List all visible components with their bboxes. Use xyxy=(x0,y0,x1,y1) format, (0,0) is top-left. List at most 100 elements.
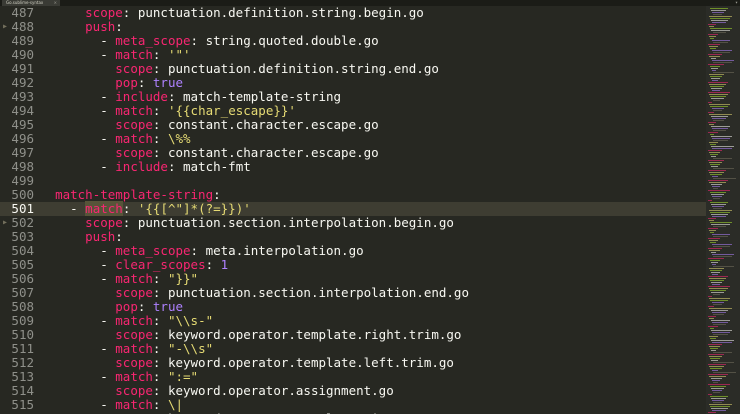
minimap-line xyxy=(709,162,722,163)
minimap-line xyxy=(708,170,726,171)
code-token: : keyword.operator.template.right.trim.g… xyxy=(152,327,462,342)
minimap-line xyxy=(709,152,720,153)
line-number: 515 xyxy=(11,397,34,412)
code-token: : xyxy=(213,187,221,202)
code-token: '"' xyxy=(167,47,191,62)
line-number: 503 xyxy=(11,229,34,244)
line-number: 496 xyxy=(11,131,34,146)
minimap-line xyxy=(708,34,718,35)
code-token: true xyxy=(152,299,184,314)
minimap-line xyxy=(710,8,728,9)
code-token: "}}" xyxy=(167,271,199,286)
minimap-line xyxy=(713,178,736,179)
minimap-line xyxy=(713,304,722,305)
code-token: - xyxy=(100,103,116,118)
code-token: scope xyxy=(115,383,153,398)
minimap-line xyxy=(710,192,726,193)
code-token: '{{[^"]*(?=}})' xyxy=(137,201,251,216)
minimap-line xyxy=(708,374,728,375)
minimap-line xyxy=(712,138,730,139)
minimap-line xyxy=(712,50,732,51)
code-token: match xyxy=(115,47,153,62)
minimap-line xyxy=(711,310,728,311)
minimap-line xyxy=(712,148,732,149)
minimap-line xyxy=(712,322,728,323)
minimap-line xyxy=(713,120,724,121)
minimap-line xyxy=(710,76,722,77)
minimap-line xyxy=(710,66,720,67)
minimap-line xyxy=(711,214,728,215)
minimap-line xyxy=(710,290,726,291)
minimap-line xyxy=(708,132,718,133)
minimap-line xyxy=(711,68,718,69)
minimap-line xyxy=(713,334,728,335)
code-line: - match: ":=" xyxy=(40,370,198,384)
code-token: '{{char_escape}}' xyxy=(167,103,296,118)
minimap-line xyxy=(710,280,724,281)
line-number: 507 xyxy=(11,285,34,300)
code-token: "-\\s" xyxy=(167,341,214,356)
minimap-line xyxy=(713,392,720,393)
minimap[interactable] xyxy=(706,6,740,414)
minimap-line xyxy=(712,390,722,391)
minimap-line xyxy=(710,154,718,155)
code-token: : meta.interpolation.go xyxy=(190,243,364,258)
minimap-line xyxy=(711,408,728,409)
code-token: - xyxy=(100,313,116,328)
line-number: 511 xyxy=(11,341,34,356)
code-line: - match: \| xyxy=(40,398,183,412)
code-line: - match: '"' xyxy=(40,47,191,62)
code-token: meta_scope xyxy=(115,243,191,258)
minimap-line xyxy=(708,326,718,327)
minimap-line xyxy=(709,366,724,367)
minimap-line xyxy=(713,110,722,111)
minimap-line xyxy=(709,94,728,95)
minimap-line xyxy=(708,180,728,181)
minimap-line xyxy=(708,296,712,297)
minimap-line xyxy=(711,126,730,127)
minimap-line xyxy=(712,128,728,129)
minimap-line xyxy=(711,10,726,11)
code-token: : xyxy=(152,271,168,286)
minimap-line xyxy=(712,108,724,109)
minimap-line xyxy=(709,288,728,289)
minimap-line xyxy=(709,104,730,105)
minimap-line xyxy=(709,210,732,211)
line-number: 504 xyxy=(11,243,34,258)
minimap-line xyxy=(713,314,724,315)
code-line: - meta_scope: string.quoted.double.go xyxy=(40,34,378,48)
code-line: scope: punctuation.section.interpolation… xyxy=(40,216,454,230)
minimap-line xyxy=(711,224,730,225)
code-token: - xyxy=(100,271,116,286)
code-line: push: xyxy=(40,20,123,34)
line-number-gutter[interactable]: ▸ ▸ 487 488 489 490 491 492 493 494 495 496 497 498… xyxy=(0,6,40,414)
minimap-line xyxy=(708,306,714,307)
minimap-line xyxy=(712,380,720,381)
code-token: - xyxy=(100,369,116,384)
code-area[interactable]: scope: punctuation.definition.string.beg… xyxy=(40,6,706,414)
minimap-line xyxy=(713,130,726,131)
minimap-line xyxy=(712,370,718,371)
code-token: pop xyxy=(115,299,138,314)
code-token: : constant.character.escape.go xyxy=(152,117,379,132)
line-number: 512 xyxy=(11,355,34,370)
code-token: \%% xyxy=(167,131,191,146)
minimap-line xyxy=(711,98,724,99)
minimap-line xyxy=(712,410,726,411)
code-token: scope xyxy=(85,6,123,20)
minimap-line xyxy=(709,56,720,57)
minimap-line xyxy=(713,324,726,325)
minimap-line xyxy=(712,186,720,187)
line-number: 492 xyxy=(11,75,34,90)
minimap-line xyxy=(708,248,722,249)
code-token: : keyword.operator.assignment.go xyxy=(152,383,394,398)
minimap-line xyxy=(711,166,718,167)
minimap-line xyxy=(712,244,732,245)
minimap-line xyxy=(710,386,726,387)
code-line: push: xyxy=(40,230,123,244)
